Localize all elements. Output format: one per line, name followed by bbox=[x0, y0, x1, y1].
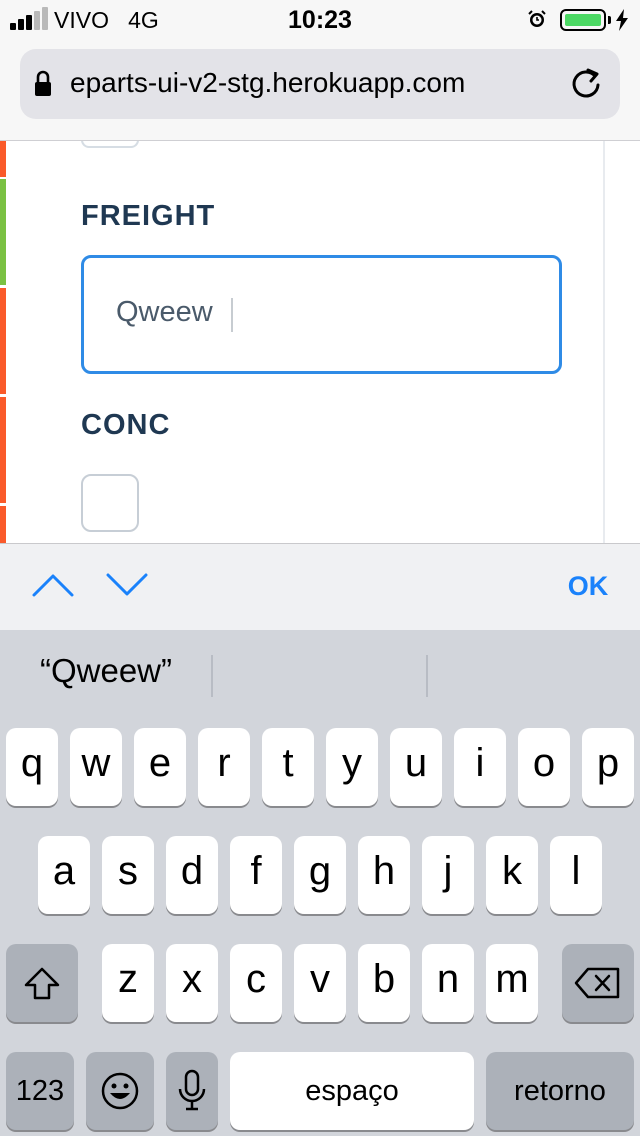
key-a[interactable]: a bbox=[38, 836, 90, 914]
suggestion-divider bbox=[426, 655, 428, 697]
key-c[interactable]: c bbox=[230, 944, 282, 1022]
key-label: p bbox=[596, 741, 620, 785]
key-o[interactable]: o bbox=[518, 728, 570, 806]
numbers-key[interactable]: 123 bbox=[6, 1052, 74, 1130]
key-label: n bbox=[436, 957, 460, 1001]
key-label: o bbox=[532, 741, 556, 785]
key-label: retorno bbox=[514, 1075, 606, 1107]
freight-input-value: Qweew bbox=[116, 296, 213, 328]
key-g[interactable]: g bbox=[294, 836, 346, 914]
key-u[interactable]: u bbox=[390, 728, 442, 806]
dictation-key[interactable] bbox=[166, 1052, 218, 1130]
key-w[interactable]: w bbox=[70, 728, 122, 806]
battery-icon bbox=[560, 9, 606, 31]
key-j[interactable]: j bbox=[422, 836, 474, 914]
status-stripe bbox=[0, 506, 6, 543]
panel-border bbox=[603, 141, 605, 543]
key-i[interactable]: i bbox=[454, 728, 506, 806]
chevron-up-icon[interactable] bbox=[31, 571, 75, 599]
key-label: f bbox=[250, 849, 262, 893]
key-label: b bbox=[372, 957, 396, 1001]
key-y[interactable]: y bbox=[326, 728, 378, 806]
key-m[interactable]: m bbox=[486, 944, 538, 1022]
key-label: z bbox=[118, 957, 138, 1001]
key-label: e bbox=[148, 741, 172, 785]
key-d[interactable]: d bbox=[166, 836, 218, 914]
shift-key[interactable] bbox=[6, 944, 78, 1022]
key-l[interactable]: l bbox=[550, 836, 602, 914]
key-label: h bbox=[372, 849, 396, 893]
freight-label: FREIGHT bbox=[81, 200, 216, 232]
keyboard-accessory-bar: OK bbox=[0, 543, 640, 631]
alarm-clock-icon bbox=[528, 10, 546, 27]
key-label: y bbox=[342, 741, 362, 785]
emoji-key[interactable] bbox=[86, 1052, 154, 1130]
status-stripe bbox=[0, 397, 6, 503]
key-v[interactable]: v bbox=[294, 944, 346, 1022]
key-q[interactable]: q bbox=[6, 728, 58, 806]
status-stripe bbox=[0, 141, 6, 177]
key-label: a bbox=[52, 849, 76, 893]
checkbox[interactable] bbox=[81, 141, 139, 148]
battery-tip bbox=[608, 16, 611, 24]
space-key[interactable]: espaço bbox=[230, 1052, 474, 1130]
key-label: 123 bbox=[15, 1075, 65, 1107]
key-label: i bbox=[475, 741, 485, 785]
key-label: r bbox=[217, 741, 231, 785]
key-f[interactable]: f bbox=[230, 836, 282, 914]
keyboard: “Qweew” q w e r t y u i o p a s d f g h … bbox=[0, 630, 640, 1136]
text-caret bbox=[231, 298, 233, 332]
key-h[interactable]: h bbox=[358, 836, 410, 914]
key-k[interactable]: k bbox=[486, 836, 538, 914]
key-label: l bbox=[571, 849, 581, 893]
page-content: FREIGHT Qweew CONC bbox=[0, 141, 640, 543]
suggestion-divider bbox=[211, 655, 213, 697]
key-label: espaço bbox=[305, 1075, 399, 1107]
freight-input[interactable]: Qweew bbox=[81, 255, 562, 374]
backspace-key[interactable] bbox=[562, 944, 634, 1022]
key-label: k bbox=[502, 849, 522, 893]
key-b[interactable]: b bbox=[358, 944, 410, 1022]
key-label: g bbox=[308, 849, 332, 893]
url-text[interactable]: eparts-ui-v2-stg.herokuapp.com bbox=[70, 67, 548, 107]
key-label: u bbox=[404, 741, 428, 785]
battery-level bbox=[565, 14, 601, 26]
key-s[interactable]: s bbox=[102, 836, 154, 914]
key-label: j bbox=[443, 849, 453, 893]
key-z[interactable]: z bbox=[102, 944, 154, 1022]
key-x[interactable]: x bbox=[166, 944, 218, 1022]
shift-icon bbox=[24, 967, 60, 1000]
key-label: x bbox=[182, 957, 202, 1001]
key-label: v bbox=[310, 957, 330, 1001]
lock-icon bbox=[35, 70, 51, 96]
conc-label: CONC bbox=[81, 409, 171, 441]
reload-icon[interactable] bbox=[568, 66, 604, 102]
key-e[interactable]: e bbox=[134, 728, 186, 806]
done-button[interactable]: OK bbox=[548, 571, 628, 605]
key-label: m bbox=[495, 957, 529, 1001]
conc-checkbox[interactable] bbox=[81, 474, 139, 532]
emoji-icon bbox=[101, 1072, 139, 1110]
status-bar: VIVO 4G 10:23 bbox=[0, 0, 640, 40]
key-r[interactable]: r bbox=[198, 728, 250, 806]
backspace-icon bbox=[574, 967, 620, 999]
key-label: s bbox=[118, 849, 138, 893]
key-label: t bbox=[282, 741, 294, 785]
status-stripe bbox=[0, 288, 6, 394]
suggestion-bar: “Qweew” bbox=[0, 630, 640, 720]
charging-bolt-icon bbox=[616, 9, 628, 31]
return-key[interactable]: retorno bbox=[486, 1052, 634, 1130]
key-label: q bbox=[20, 741, 44, 785]
microphone-icon bbox=[178, 1069, 206, 1111]
chevron-down-icon[interactable] bbox=[105, 571, 149, 599]
status-stripe bbox=[0, 179, 6, 285]
key-label: c bbox=[246, 957, 266, 1001]
key-p[interactable]: p bbox=[582, 728, 634, 806]
key-t[interactable]: t bbox=[262, 728, 314, 806]
key-label: d bbox=[180, 849, 204, 893]
suggestion-item[interactable]: “Qweew” bbox=[0, 652, 212, 690]
key-n[interactable]: n bbox=[422, 944, 474, 1022]
key-label: w bbox=[81, 741, 111, 785]
